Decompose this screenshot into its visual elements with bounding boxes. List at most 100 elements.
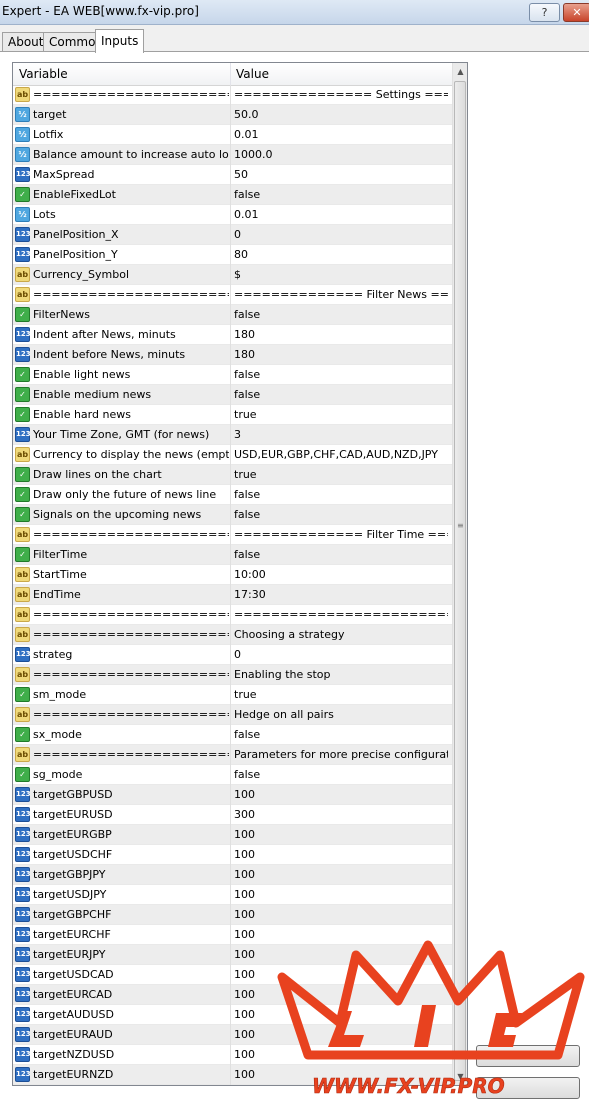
table-row[interactable]: 123 targetGBPJPY 100 [13,865,452,885]
variable-value[interactable]: 0 [234,648,448,661]
variable-value[interactable]: false [234,728,448,741]
variable-value[interactable]: false [234,368,448,381]
variable-value[interactable]: Parameters for more precise configuratio… [234,748,448,761]
table-row[interactable]: 123 targetUSDCHF 100 [13,845,452,865]
table-row[interactable]: 123 targetUSDCAD 100 [13,965,452,985]
table-row[interactable]: 123 targetEURUSD 300 [13,805,452,825]
table-row[interactable]: 123 targetGBPUSD 100 [13,785,452,805]
variable-value[interactable]: 80 [234,248,448,261]
table-row[interactable]: ab======================================… [13,85,452,105]
variable-value[interactable]: 50.0 [234,108,448,121]
variable-value[interactable]: true [234,468,448,481]
variable-value[interactable]: 100 [234,1008,448,1021]
variable-value[interactable]: 1000.0 [234,148,448,161]
vertical-scrollbar[interactable]: ▲ ≡ ▼ [452,63,467,1085]
table-row[interactable]: 123 targetEURCAD 100 [13,985,452,1005]
variable-value[interactable]: 100 [234,848,448,861]
variable-value[interactable]: false [234,388,448,401]
table-row[interactable]: 123 targetEURAUD 100 [13,1025,452,1045]
scroll-down-arrow-icon[interactable]: ▼ [453,1068,467,1085]
table-row[interactable]: 123 targetEURGBP 100 [13,825,452,845]
variable-value[interactable]: 100 [234,1048,448,1061]
variable-value[interactable]: 0.01 [234,208,448,221]
table-row[interactable]: ✓ sg_mode false [13,765,452,785]
variable-value[interactable]: 17:30 [234,588,448,601]
variable-value[interactable]: 180 [234,328,448,341]
table-row[interactable]: 123 MaxSpread 50 [13,165,452,185]
variable-value[interactable]: 100 [234,908,448,921]
table-row[interactable]: ✓ Draw lines on the chart true [13,465,452,485]
variable-value[interactable]: 180 [234,348,448,361]
table-row[interactable]: 123 Indent before News, minuts 180 [13,345,452,365]
save-button[interactable] [476,1077,580,1099]
table-row[interactable]: ab StartTime 10:00 [13,565,452,585]
variable-value[interactable]: 100 [234,1028,448,1041]
table-row[interactable]: 123 targetAUDUSD 100 [13,1005,452,1025]
table-row[interactable]: ab Currency_Symbol $ [13,265,452,285]
table-row[interactable]: abCurrency to display the news (empty - … [13,445,452,465]
table-row[interactable]: 123 PanelPosition_Y 80 [13,245,452,265]
table-row[interactable]: ½ target 50.0 [13,105,452,125]
variable-value[interactable]: 100 [234,868,448,881]
table-row[interactable]: ab======================== Parameters for… [13,745,452,765]
column-header-value[interactable]: Value [236,67,269,81]
variable-value[interactable]: $ [234,268,448,281]
table-row[interactable]: ab======================== Enabling the s… [13,665,452,685]
table-row[interactable]: ✓ Enable hard news true [13,405,452,425]
variable-value[interactable]: false [234,488,448,501]
close-button[interactable]: ✕ [563,3,589,22]
variable-value[interactable]: 0 [234,228,448,241]
variable-value[interactable]: false [234,768,448,781]
variable-value[interactable]: 100 [234,828,448,841]
variable-value[interactable]: ======================================== [234,608,448,621]
column-separator[interactable] [230,63,231,85]
table-row[interactable]: ✓ FilterTime false [13,545,452,565]
table-row[interactable]: 123 targetUSDJPY 100 [13,885,452,905]
table-row[interactable]: ✓ sm_mode true [13,685,452,705]
variable-value[interactable]: Choosing a strategy [234,628,448,641]
variable-value[interactable]: 100 [234,1068,448,1081]
table-row[interactable]: ab======================================… [13,605,452,625]
table-row[interactable]: 123 Your Time Zone, GMT (for news) 3 [13,425,452,445]
table-row[interactable]: ½ Lotfix 0.01 [13,125,452,145]
table-row[interactable]: 123 targetNZDUSD 100 [13,1045,452,1065]
table-row[interactable]: ½ Lots 0.01 [13,205,452,225]
table-row[interactable]: ✓ sx_mode false [13,725,452,745]
variable-value[interactable]: false [234,508,448,521]
variable-value[interactable]: 100 [234,988,448,1001]
variable-value[interactable]: false [234,308,448,321]
table-row[interactable]: ✓ Draw only the future of news line false [13,485,452,505]
variable-value[interactable]: 50 [234,168,448,181]
table-row[interactable]: 123 strateg 0 [13,645,452,665]
table-row[interactable]: 123 targetEURCHF 100 [13,925,452,945]
load-button[interactable]: Load [476,1045,580,1067]
variable-value[interactable]: true [234,688,448,701]
table-row[interactable]: 123 targetGBPCHF 100 [13,905,452,925]
variable-value[interactable]: false [234,188,448,201]
variable-value[interactable]: 100 [234,788,448,801]
variable-value[interactable]: true [234,408,448,421]
tab-inputs[interactable]: Inputs [95,29,145,53]
help-button[interactable]: ? [529,3,560,22]
variable-value[interactable]: 100 [234,968,448,981]
variable-value[interactable]: ============== Filter Time ============ [234,528,448,541]
table-row[interactable]: 123 Indent after News, minuts 180 [13,325,452,345]
table-row[interactable]: ✓ Signals on the upcoming news false [13,505,452,525]
column-header-variable[interactable]: Variable [19,67,68,81]
scroll-up-arrow-icon[interactable]: ▲ [453,63,467,80]
table-row[interactable]: ab======================================… [13,285,452,305]
table-row[interactable]: 123 PanelPosition_X 0 [13,225,452,245]
variable-value[interactable]: 3 [234,428,448,441]
table-row[interactable]: ✓ FilterNews false [13,305,452,325]
table-row[interactable]: 123 targetEURJPY 100 [13,945,452,965]
variable-value[interactable]: =============== Settings =============== [234,88,448,101]
variable-value[interactable]: Enabling the stop [234,668,448,681]
table-row[interactable]: ✓ EnableFixedLot false [13,185,452,205]
variable-value[interactable]: Hedge on all pairs [234,708,448,721]
table-row[interactable]: ab EndTime 17:30 [13,585,452,605]
variable-value[interactable]: USD,EUR,GBP,CHF,CAD,AUD,NZD,JPY [234,448,448,461]
variable-value[interactable]: 100 [234,948,448,961]
variable-value[interactable]: 300 [234,808,448,821]
variable-value[interactable]: false [234,548,448,561]
variable-value[interactable]: 10:00 [234,568,448,581]
